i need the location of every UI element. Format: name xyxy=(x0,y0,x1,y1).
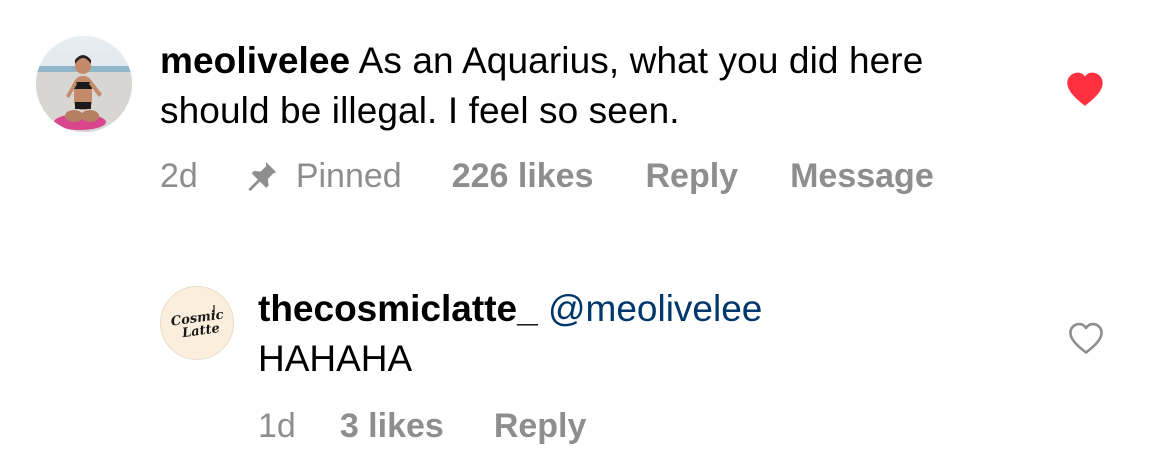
username-link[interactable]: meolivelee xyxy=(160,40,350,81)
comment-meta: 2d Pinned 226 likes Reply Message xyxy=(160,152,934,200)
message-button[interactable]: Message xyxy=(790,157,934,196)
timestamp: 2d xyxy=(160,156,198,195)
mention-link[interactable]: @meolivelee xyxy=(548,288,762,329)
username-link[interactable]: thecosmiclatte_ xyxy=(258,288,538,329)
heart-filled-icon[interactable] xyxy=(1066,72,1104,108)
reply-button[interactable]: Reply xyxy=(646,157,739,196)
timestamp: 1d xyxy=(258,406,296,445)
avatar[interactable] xyxy=(36,36,132,132)
reply-body: thecosmiclatte_ @meolivelee HAHAHA xyxy=(258,284,1038,384)
comment-text: HAHAHA xyxy=(258,338,413,379)
cosmic-latte-logo: Cosmic Latte xyxy=(170,305,225,341)
pinned-label: Pinned xyxy=(295,156,402,195)
likes-count[interactable]: 3 likes xyxy=(340,407,444,446)
comment-item: meolivelee As an Aquarius, what you did … xyxy=(0,0,1170,230)
heart-outline-icon[interactable] xyxy=(1068,322,1104,356)
comments-section: meolivelee As an Aquarius, what you did … xyxy=(0,0,1170,460)
comment-body: meolivelee As an Aquarius, what you did … xyxy=(160,36,1020,136)
avatar[interactable]: Cosmic Latte xyxy=(160,286,234,360)
pin-icon xyxy=(248,161,277,192)
likes-count[interactable]: 226 likes xyxy=(452,157,594,196)
pinned-indicator: Pinned xyxy=(244,157,402,196)
reply-meta: 1d 3 likes Reply xyxy=(258,402,586,450)
reply-button[interactable]: Reply xyxy=(494,407,587,446)
profile-photo xyxy=(36,36,132,132)
